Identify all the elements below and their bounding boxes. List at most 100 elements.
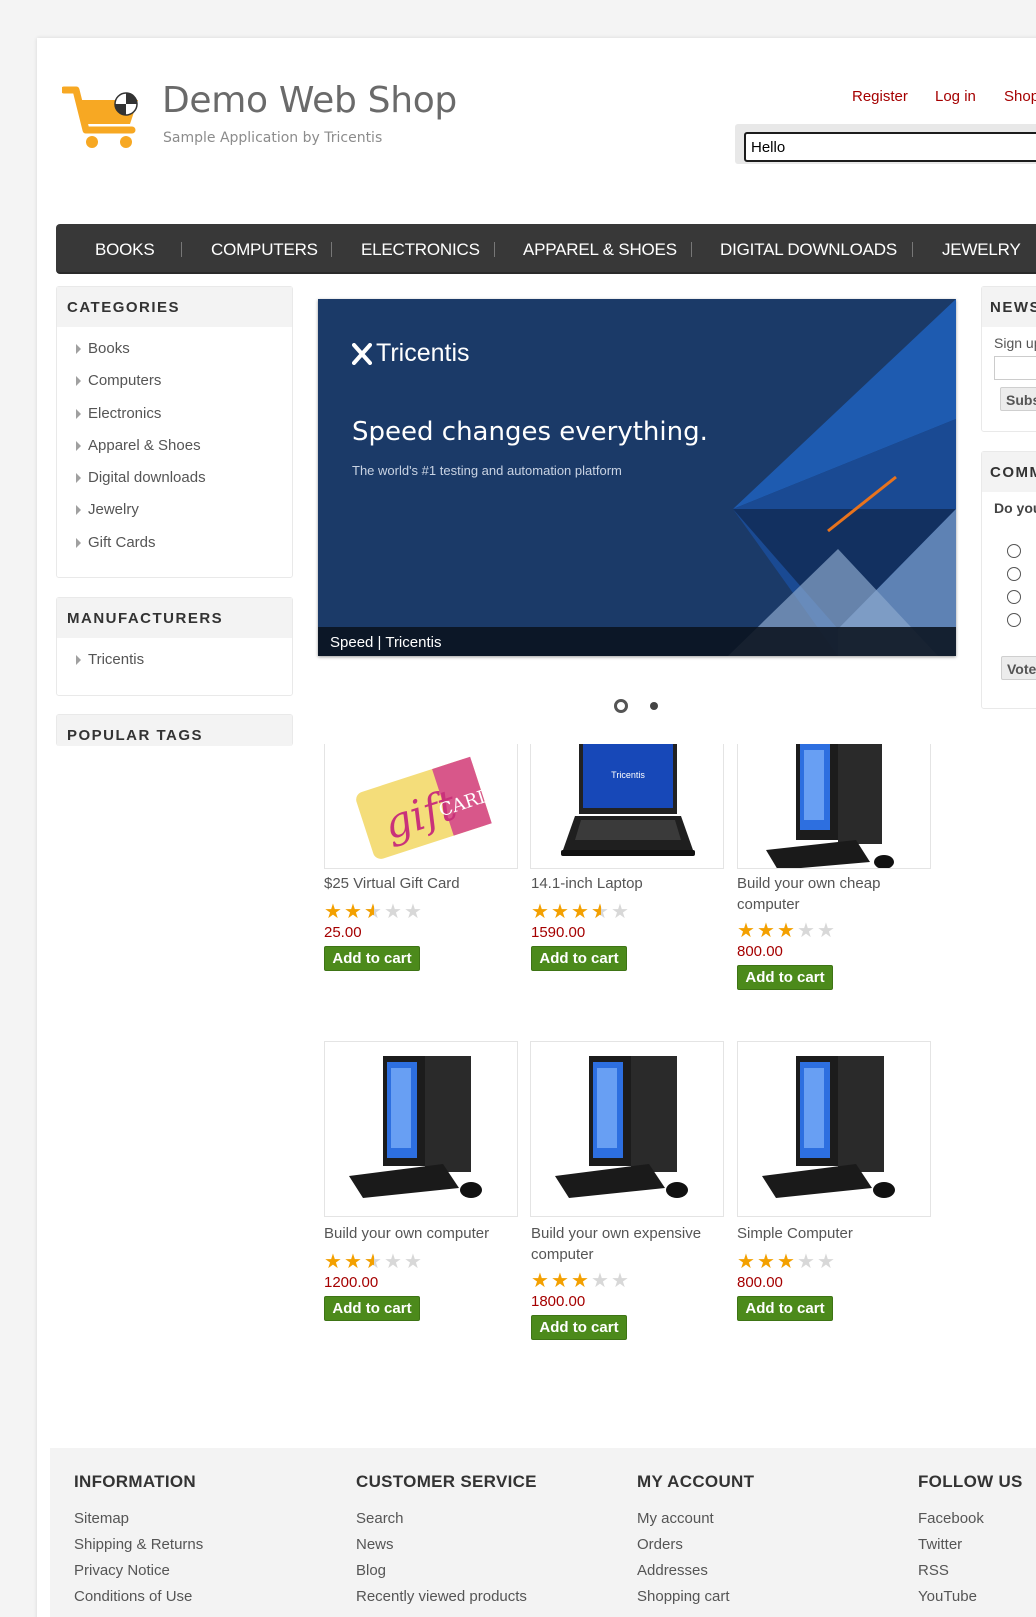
product-title[interactable]: Build your own cheap computer	[737, 873, 927, 915]
category-computers[interactable]: Computers	[88, 372, 161, 389]
footer-link-facebook[interactable]: Facebook	[918, 1510, 984, 1527]
star-icon: ★	[344, 901, 362, 923]
search-input[interactable]	[744, 132, 1036, 162]
category-jewelry[interactable]: Jewelry	[88, 501, 139, 518]
menu-item-books[interactable]: BOOKS	[95, 240, 155, 260]
product-image-desktop[interactable]	[324, 1041, 518, 1217]
product-image-desktop[interactable]	[737, 1041, 931, 1217]
popular-tags-block: POPULAR TAGS	[56, 714, 293, 746]
arrow-right-icon	[76, 655, 81, 665]
star-icon: ★	[797, 920, 815, 942]
footer-link-blog[interactable]: Blog	[356, 1562, 386, 1579]
product-price: 25.00	[324, 924, 362, 941]
star-icon: ★	[531, 901, 549, 923]
logo-title[interactable]: Demo Web Shop	[162, 80, 457, 121]
login-link[interactable]: Log in	[935, 88, 976, 105]
add-to-cart-button[interactable]: Add to cart	[531, 946, 627, 971]
star-icon: ★	[591, 1270, 609, 1292]
footer-link-youtube[interactable]: YouTube	[918, 1588, 977, 1605]
product-title[interactable]: Build your own computer	[324, 1223, 514, 1244]
poll-option-radio[interactable]	[1007, 544, 1021, 558]
newsletter-title: NEWS	[982, 287, 1036, 327]
footer-follow-us-title: FOLLOW US	[918, 1472, 1023, 1491]
footer-link-rss[interactable]: RSS	[918, 1562, 949, 1579]
arrow-right-icon	[76, 505, 81, 515]
subscribe-button[interactable]: Subs	[1000, 387, 1036, 411]
footer-link-sitemap[interactable]: Sitemap	[74, 1510, 129, 1527]
add-to-cart-button[interactable]: Add to cart	[737, 965, 833, 990]
star-icon: ★	[777, 920, 795, 942]
poll-option-radio[interactable]	[1007, 613, 1021, 627]
product-title[interactable]: $25 Virtual Gift Card	[324, 873, 514, 894]
footer-link-privacy-notice[interactable]: Privacy Notice	[74, 1562, 170, 1579]
logo-subtitle: Sample Application by Tricentis	[163, 130, 383, 146]
poll-option-radio[interactable]	[1007, 567, 1021, 581]
footer-link-addresses[interactable]: Addresses	[637, 1562, 708, 1579]
star-icon: ★	[404, 1251, 422, 1273]
product-price: 1200.00	[324, 1274, 379, 1291]
product-title[interactable]: 14.1-inch Laptop	[531, 873, 721, 894]
add-to-cart-button[interactable]: Add to cart	[737, 1296, 833, 1321]
poll-option-radio[interactable]	[1007, 590, 1021, 604]
footer-link-recently-viewed[interactable]: Recently viewed products	[356, 1588, 527, 1605]
add-to-cart-button[interactable]: Add to cart	[531, 1315, 627, 1340]
menu-item-apparel-shoes[interactable]: APPAREL & SHOES	[523, 240, 677, 260]
footer-link-orders[interactable]: Orders	[637, 1536, 683, 1553]
newsletter-signup-label: Sign up	[994, 335, 1036, 351]
newsletter-email-input[interactable]	[994, 356, 1036, 380]
product-image-laptop[interactable]: Tricentis	[530, 744, 724, 869]
product-title[interactable]: Simple Computer	[737, 1223, 927, 1244]
menu-item-jewelry[interactable]: JEWELRY	[942, 240, 1021, 260]
shopping-cart-link[interactable]: Shop	[1004, 88, 1036, 105]
category-gift-cards[interactable]: Gift Cards	[88, 534, 156, 551]
footer-link-twitter[interactable]: Twitter	[918, 1536, 962, 1553]
register-link[interactable]: Register	[852, 88, 908, 105]
star-icon: ★	[797, 1251, 815, 1273]
product-rating: ★★★★★	[324, 902, 424, 922]
menu-item-digital-downloads[interactable]: DIGITAL DOWNLOADS	[720, 240, 897, 260]
arrow-right-icon	[76, 376, 81, 386]
product-rating: ★★★★★	[737, 1252, 837, 1272]
product-price: 1800.00	[531, 1293, 586, 1310]
community-poll-title: COMM	[982, 452, 1036, 492]
footer-link-search[interactable]: Search	[356, 1510, 404, 1527]
star-icon: ★	[384, 1251, 402, 1273]
footer-link-shipping-returns[interactable]: Shipping & Returns	[74, 1536, 203, 1553]
slider-dot-active[interactable]	[614, 699, 628, 713]
footer-link-conditions-of-use[interactable]: Conditions of Use	[74, 1588, 192, 1605]
star-icon: ★	[324, 1251, 342, 1273]
manufacturers-block: MANUFACTURERS	[56, 597, 293, 696]
product-rating: ★★★★★	[737, 921, 837, 941]
star-icon: ★	[757, 1251, 775, 1273]
desktop-computer-icon	[762, 1056, 895, 1198]
product-rating: ★★★★★	[324, 1252, 424, 1272]
vote-button[interactable]: Vote	[1001, 656, 1036, 680]
footer-link-news[interactable]: News	[356, 1536, 394, 1553]
menu-separator	[181, 242, 182, 257]
menu-separator	[912, 242, 913, 257]
product-title[interactable]: Build your own expensive computer	[531, 1223, 721, 1265]
desktop-computer-icon	[555, 1056, 688, 1198]
product-image-desktop[interactable]	[737, 744, 931, 869]
category-books[interactable]: Books	[88, 340, 130, 357]
product-rating: ★★★★★	[531, 902, 631, 922]
arrow-right-icon	[76, 344, 81, 354]
add-to-cart-button[interactable]: Add to cart	[324, 946, 420, 971]
star-icon: ★	[571, 901, 589, 923]
product-image-desktop[interactable]	[530, 1041, 724, 1217]
menu-item-electronics[interactable]: ELECTRONICS	[361, 240, 480, 260]
shopping-cart-logo-icon[interactable]	[62, 84, 144, 154]
slider-dot[interactable]	[650, 702, 658, 710]
manufacturer-tricentis[interactable]: Tricentis	[88, 651, 144, 668]
footer-link-my-account[interactable]: My account	[637, 1510, 714, 1527]
menu-item-computers[interactable]: COMPUTERS	[211, 240, 318, 260]
category-electronics[interactable]: Electronics	[88, 405, 161, 422]
product-image-gift-card[interactable]: gift CARD	[324, 744, 518, 869]
home-slider[interactable]: Tricentis Speed changes everything. The …	[318, 299, 956, 656]
popular-tags-title: POPULAR TAGS	[57, 715, 292, 746]
add-to-cart-button[interactable]: Add to cart	[324, 1296, 420, 1321]
category-digital-downloads[interactable]: Digital downloads	[88, 469, 206, 486]
category-apparel-shoes[interactable]: Apparel & Shoes	[88, 437, 201, 454]
footer-link-shopping-cart[interactable]: Shopping cart	[637, 1588, 730, 1605]
slider-caption-bar: Speed | Tricentis	[318, 627, 956, 656]
